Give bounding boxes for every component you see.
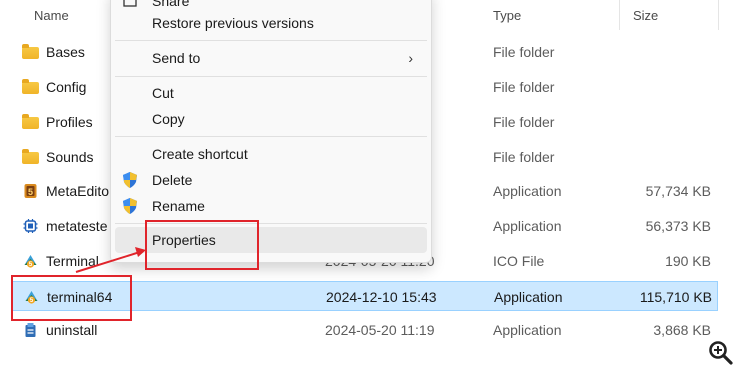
folder-icon <box>22 79 39 94</box>
file-type: File folder <box>493 44 555 60</box>
menu-item-label: Delete <box>152 172 193 188</box>
file-type: Application <box>493 322 562 338</box>
folder-icon <box>22 44 39 59</box>
file-name: metateste <box>46 218 108 234</box>
file-type: Application <box>494 289 563 305</box>
menu-item-cut[interactable]: Cut <box>115 80 427 106</box>
file-name: Terminal <box>46 253 99 269</box>
folder-icon <box>22 149 39 164</box>
menu-item-rename[interactable]: Rename <box>115 193 427 219</box>
file-size: 57,734 KB <box>645 183 711 199</box>
column-header-size[interactable]: Size <box>633 8 658 28</box>
menu-separator <box>115 40 427 41</box>
menu-item-label: Create shortcut <box>152 146 248 162</box>
menu-item-label: Cut <box>152 85 174 101</box>
share-icon <box>123 0 137 7</box>
file-type: ICO File <box>493 253 545 269</box>
file-type: File folder <box>493 79 555 95</box>
menu-item-label: Send to <box>152 50 201 66</box>
terminal-icon: 5 <box>24 255 37 268</box>
file-size: 56,373 KB <box>645 218 711 234</box>
uac-shield-icon <box>123 198 137 214</box>
menu-item-label: Copy <box>152 111 185 127</box>
column-header-name[interactable]: Name <box>34 8 69 28</box>
menu-item-send-to[interactable]: Send to › <box>115 45 427 71</box>
column-separator <box>718 0 719 30</box>
chevron-right-icon: › <box>408 50 413 66</box>
file-name: Sounds <box>46 149 94 165</box>
menu-item-label: Restore previous versions <box>152 15 314 31</box>
file-size: 115,710 KB <box>639 289 712 305</box>
menu-item-create-shortcut[interactable]: Create shortcut <box>115 141 427 167</box>
menu-item-copy[interactable]: Copy <box>115 106 427 132</box>
file-date: 2024-12-10 15:43 <box>326 289 437 305</box>
menu-separator <box>115 136 427 137</box>
file-name: Profiles <box>46 114 93 130</box>
folder-icon <box>22 114 39 129</box>
uac-shield-icon <box>123 172 137 188</box>
column-separator <box>619 0 620 30</box>
terminal64-highlight-box <box>11 275 132 321</box>
properties-highlight-box <box>145 220 259 270</box>
file-size: 190 KB <box>665 253 711 269</box>
file-name: MetaEdito <box>46 183 110 199</box>
file-type: File folder <box>493 149 555 165</box>
file-type: File folder <box>493 114 555 130</box>
zoom-in-icon[interactable] <box>708 340 734 366</box>
menu-separator <box>115 76 427 77</box>
column-header-type[interactable]: Type <box>493 8 521 28</box>
uninstall-icon <box>25 323 36 337</box>
metatester-icon <box>23 219 38 233</box>
file-type: Application <box>493 183 562 199</box>
menu-item-delete[interactable]: Delete <box>115 167 427 193</box>
file-type: Application <box>493 218 562 234</box>
metaeditor-icon: 5 <box>24 184 37 198</box>
file-name: Config <box>46 79 87 95</box>
svg-text:5: 5 <box>28 187 33 197</box>
file-size: 3,868 KB <box>653 322 711 338</box>
menu-item-label: Rename <box>152 198 205 214</box>
menu-item-restore-previous-versions[interactable]: Restore previous versions <box>115 10 427 36</box>
file-date: 2024-05-20 11:19 <box>325 322 435 338</box>
file-name: Bases <box>46 44 85 60</box>
